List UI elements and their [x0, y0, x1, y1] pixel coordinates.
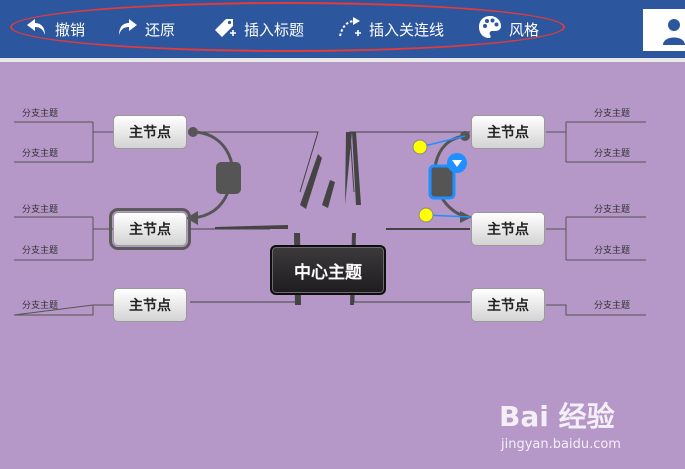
main-node-left-1[interactable]: 主节点	[113, 115, 187, 149]
insert-label-button[interactable]: 插入标题	[212, 14, 304, 44]
branch-topic[interactable]: 分支主题	[594, 146, 630, 159]
main-node-right-3[interactable]: 主节点	[471, 288, 545, 322]
user-avatar[interactable]	[643, 9, 685, 51]
main-node-right-2[interactable]: 主节点	[471, 212, 545, 246]
relation-icon	[337, 14, 369, 44]
main-node-left-2[interactable]: 主节点	[109, 208, 191, 250]
insert-label-text: 插入标题	[244, 20, 305, 39]
redo-icon	[115, 15, 145, 43]
insert-relation-text: 插入关连线	[369, 20, 445, 39]
central-topic[interactable]: 中心主题	[270, 245, 386, 295]
branch-topic[interactable]: 分支主题	[594, 106, 630, 119]
tag-icon	[212, 14, 244, 44]
branch-topic[interactable]: 分支主题	[22, 298, 58, 311]
baidu-jingyan-watermark: Bai 经验 jingyan.baidu.com	[499, 395, 649, 465]
style-label: 风格	[509, 20, 540, 39]
branch-topic[interactable]: 分支主题	[594, 243, 630, 256]
main-node-left-3[interactable]: 主节点	[113, 288, 187, 322]
user-icon	[663, 19, 685, 45]
undo-button[interactable]: 撤销	[25, 14, 85, 44]
redo-button[interactable]: 还原	[115, 14, 175, 44]
toolbar: 撤销 还原 插入标题 插入关连线 风格	[0, 0, 685, 58]
watermark-logo: Bai 经验	[499, 400, 615, 433]
redo-label: 还原	[145, 20, 176, 39]
insert-relation-button[interactable]: 插入关连线	[337, 14, 444, 44]
watermark-url: jingyan.baidu.com	[501, 437, 621, 452]
branch-topic[interactable]: 分支主题	[22, 202, 58, 215]
palette-icon	[477, 14, 509, 44]
branch-topic[interactable]: 分支主题	[594, 298, 630, 311]
undo-icon	[25, 15, 55, 43]
branch-topic[interactable]: 分支主题	[594, 202, 630, 215]
style-button[interactable]: 风格	[477, 14, 539, 44]
branch-topic[interactable]: 分支主题	[22, 106, 58, 119]
branch-topic[interactable]: 分支主题	[22, 243, 58, 256]
undo-label: 撤销	[55, 20, 86, 39]
branch-topic[interactable]: 分支主题	[22, 146, 58, 159]
main-node-right-1[interactable]: 主节点	[471, 115, 545, 149]
